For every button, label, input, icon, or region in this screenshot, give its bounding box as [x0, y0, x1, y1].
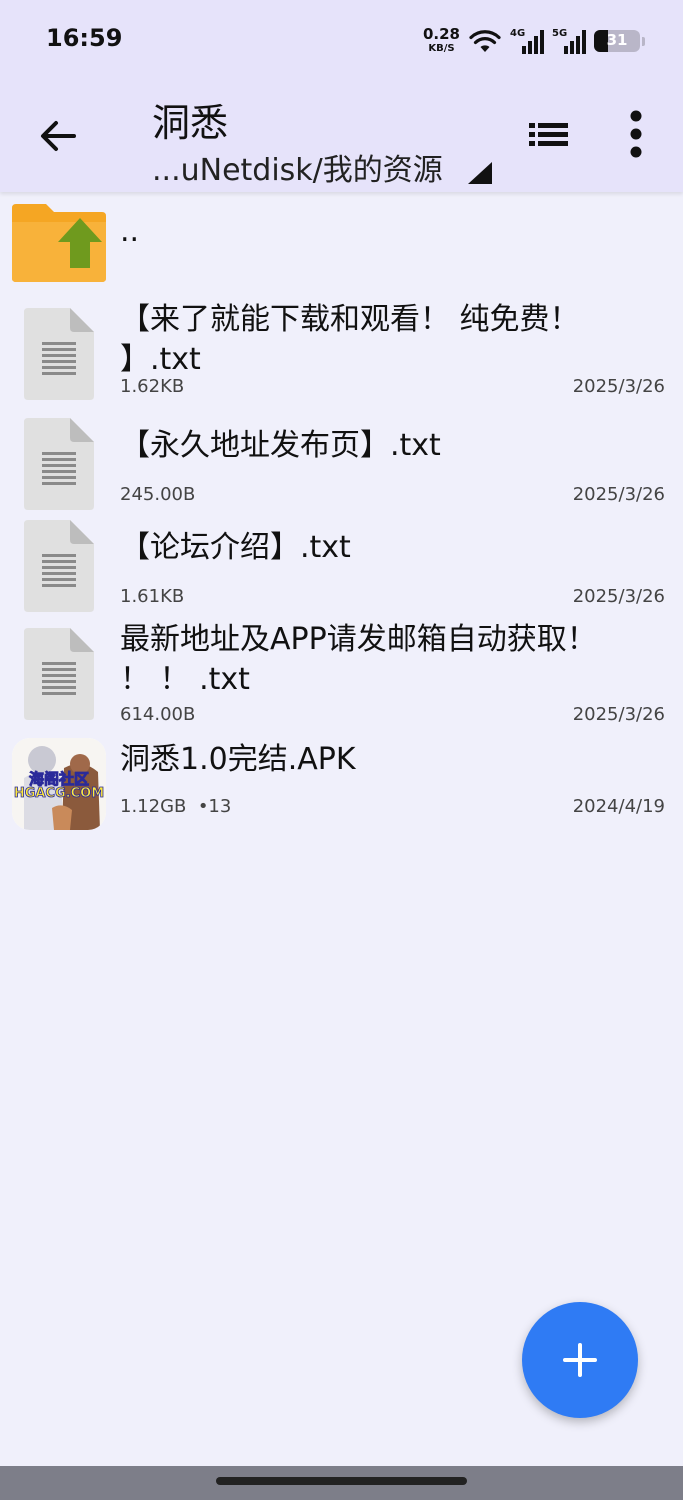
back-button[interactable] [30, 108, 86, 164]
file-name: .. [120, 214, 140, 249]
home-indicator[interactable] [216, 1477, 467, 1485]
dropdown-triangle-icon[interactable] [468, 162, 492, 184]
file-name: 洞悉1.0完结.APK [120, 742, 356, 777]
file-size: 1.12GB •13 [120, 796, 232, 817]
status-time: 16:59 [46, 24, 123, 52]
file-size: 1.62KB [120, 376, 185, 397]
add-button[interactable] [522, 1302, 638, 1418]
file-date: 2025/3/26 [572, 704, 665, 725]
status-icons: 0.28 KB/S 4G 5G 31 [423, 24, 645, 58]
more-options-icon[interactable] [614, 108, 658, 164]
folder-up-icon [12, 204, 106, 282]
signal-5g-icon: 5G [552, 28, 586, 54]
file-name: 【永久地址发布页】.txt [120, 428, 441, 463]
file-size: 614.00B [120, 704, 196, 725]
list-item[interactable]: 【永久地址发布页】.txt 245.00B 2025/3/26 [0, 406, 683, 510]
wifi-icon [469, 30, 501, 52]
signal-4g-icon: 4G [510, 28, 544, 54]
file-name: 【论坛介绍】.txt [120, 530, 351, 565]
file-name: 【来了就能下载和观看！ 纯免费！ 】.txt [120, 302, 580, 377]
file-date: 2025/3/26 [572, 376, 665, 397]
file-size: 245.00B [120, 484, 196, 505]
file-date: 2025/3/26 [572, 586, 665, 607]
network-speed: 0.28 KB/S [422, 24, 460, 54]
plus-icon [563, 1343, 597, 1377]
file-name: 最新地址及APP请发邮箱自动获取！ ！ ！ .txt [120, 622, 597, 697]
file-date: 2024/4/19 [572, 796, 665, 817]
page-title: 洞悉 [152, 101, 229, 145]
file-size: 1.61KB [120, 586, 185, 607]
text-file-icon [24, 308, 94, 400]
app-header: 16:59 0.28 KB/S 4G 5G 31 洞悉 ...uNetdisk/… [0, 0, 683, 192]
text-file-icon [24, 418, 94, 510]
list-item[interactable]: 【来了就能下载和观看！ 纯免费！ 】.txt 1.62KB 2025/3/26 [0, 296, 683, 406]
app-icon-site: HGACG.COM [13, 786, 105, 802]
text-file-icon [24, 520, 94, 612]
battery-icon: 31 [594, 30, 640, 52]
list-item[interactable]: 最新地址及APP请发邮箱自动获取！ ！ ！ .txt 614.00B 2025/… [0, 614, 683, 732]
list-item[interactable]: .. [0, 192, 683, 288]
file-date: 2025/3/26 [572, 484, 665, 505]
current-path[interactable]: ...uNetdisk/我的资源 [152, 145, 443, 189]
text-file-icon [24, 628, 94, 720]
list-view-icon[interactable] [524, 112, 572, 156]
app-icon: 海阁社区 HGACG.COM [12, 738, 106, 830]
list-item[interactable]: 海阁社区 HGACG.COM 洞悉1.0完结.APK 1.12GB •13 20… [0, 732, 683, 832]
back-arrow-icon [41, 121, 76, 151]
list-item[interactable]: 【论坛介绍】.txt 1.61KB 2025/3/26 [0, 510, 683, 614]
